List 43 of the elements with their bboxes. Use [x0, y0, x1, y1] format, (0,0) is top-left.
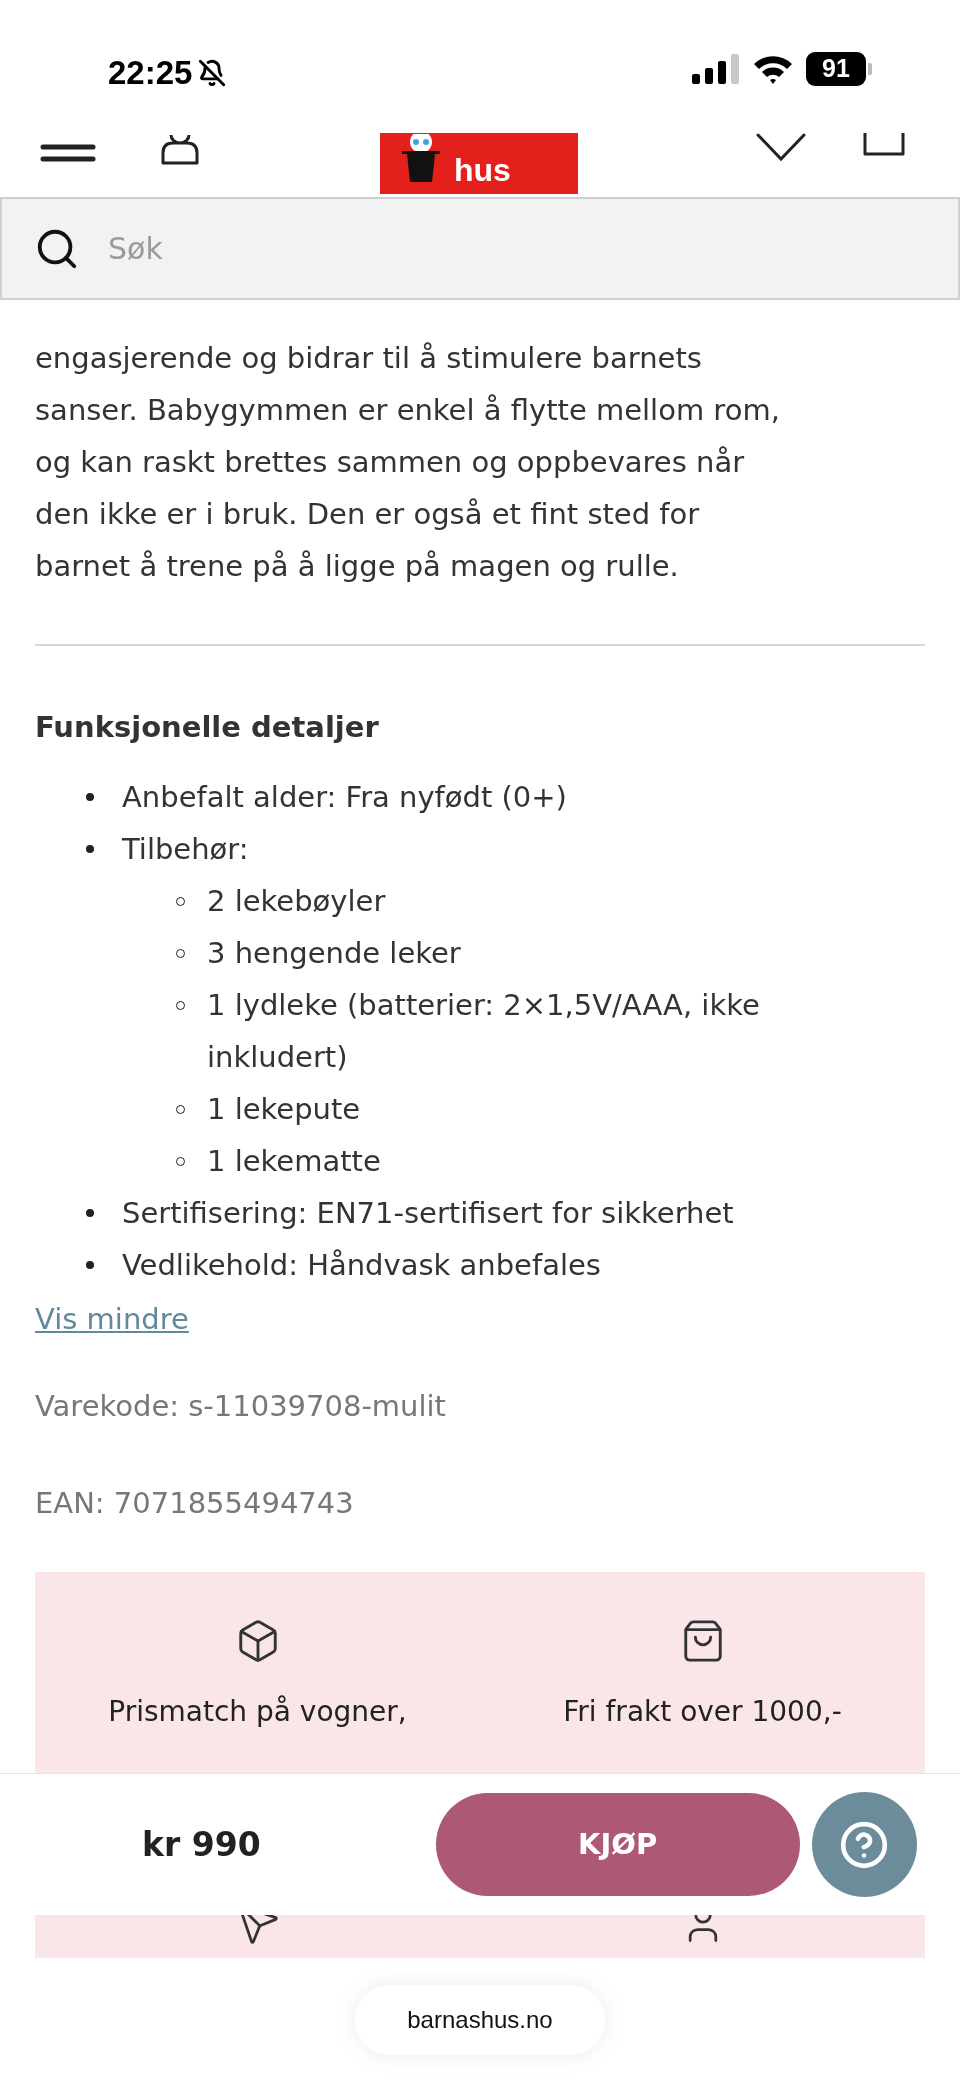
- paragraph-line: engasjerende og bidrar til å stimulere barnets: [35, 340, 703, 377]
- signal-icon: [692, 54, 740, 84]
- list-item: 3 hengende leker: [207, 935, 461, 972]
- list-item: 1 lekematte: [207, 1143, 381, 1180]
- chevron-down-icon[interactable]: [756, 133, 806, 163]
- paragraph-line: sanser. Babygymmen er enkel å flytte mellom rom,: [35, 392, 781, 429]
- url-bar[interactable]: barnashus.no: [355, 1985, 605, 2055]
- search-field[interactable]: Søk: [0, 197, 960, 300]
- muted-bell-icon: [198, 58, 227, 87]
- paragraph-line: barnet å trene på å ligge på magen og rulle.: [35, 548, 680, 585]
- usp-text: Prismatch på vogner,: [108, 1694, 407, 1730]
- logo[interactable]: hus: [380, 133, 578, 194]
- bullet-icon: [86, 845, 94, 853]
- wifi-icon: [752, 54, 794, 84]
- list-item: 2 lekebøyler: [207, 883, 386, 920]
- logo-text: hus: [454, 156, 511, 184]
- price: kr 990: [142, 1823, 261, 1866]
- usp-text: Fri frakt over 1000,-: [563, 1694, 842, 1730]
- list-item: 1 lekepute: [207, 1091, 361, 1128]
- battery-level: 91: [806, 52, 866, 86]
- bullet-icon: [86, 1209, 94, 1217]
- list-item: Anbefalt alder: Fra nyfødt (0+): [122, 779, 567, 816]
- search-input[interactable]: Søk: [108, 226, 808, 271]
- toggle-link[interactable]: Vis mindre: [35, 1293, 189, 1345]
- buy-button[interactable]: KJØP: [435, 1793, 800, 1896]
- product-code: Varekode: s-11039708-mulit: [35, 1388, 447, 1425]
- list-item: Tilbehør:: [122, 831, 249, 868]
- list-item: 1 lydleke (batterier: 2×1,5V/AAA, ikke inkludert): [207, 987, 761, 1076]
- help-icon: [839, 1819, 890, 1870]
- section-heading: Funksjonelle detaljer: [35, 709, 380, 746]
- menu-icon[interactable]: [40, 144, 96, 162]
- ean-code: EAN: 7071855494743: [35, 1485, 355, 1522]
- list-item: Sertifisering: EN71-sertifisert for sikkerhet: [122, 1195, 734, 1232]
- bullet-icon: [86, 1261, 94, 1269]
- clock-time: 22:25: [108, 53, 193, 93]
- url-text: barnashus.no: [407, 2005, 553, 2035]
- list-item: Vedlikehold: Håndvask anbefales: [122, 1247, 601, 1284]
- user-icon[interactable]: [159, 133, 201, 165]
- bullet-icon: [86, 793, 94, 801]
- paragraph-line: den ikke er i bruk. Den er også et fint sted for: [35, 496, 701, 533]
- shopping-bag-icon[interactable]: [862, 133, 906, 157]
- paragraph-line: og kan raskt brettes sammen og oppbevares når: [35, 444, 746, 481]
- panda-in-hat-drawing: [402, 134, 440, 184]
